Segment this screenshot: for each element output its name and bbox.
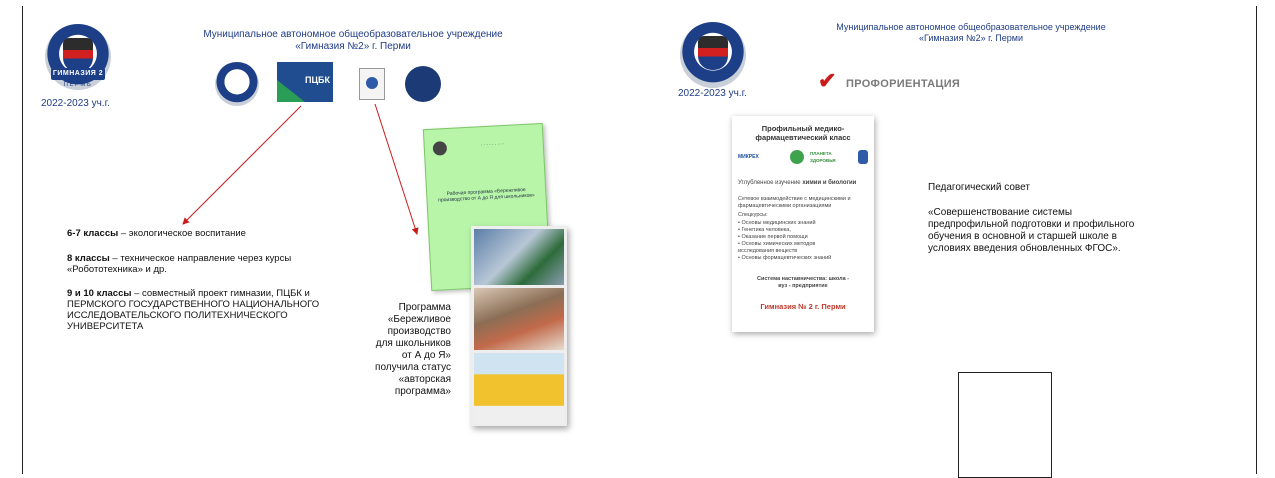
item-grades-9-10: 9 и 10 классы – совместный проект гимназ… xyxy=(67,288,320,332)
shield-logo xyxy=(858,150,868,164)
item-grades-6-7: 6-7 классы – экологическое воспитание xyxy=(67,228,246,239)
micrex-logo: МИКРЕХ xyxy=(738,154,759,160)
council-topic: «Совершенствование системы предпрофильно… xyxy=(928,207,1135,254)
student-photos xyxy=(471,226,567,426)
slide-gap xyxy=(634,6,656,474)
gymnasium-logo xyxy=(680,22,746,88)
arrow-to-program xyxy=(374,103,419,235)
left-slide: ГИМНАЗИЯ 2 ПЕРМЬ 2022-2023 уч.г. Муницип… xyxy=(22,6,636,474)
academic-year: 2022-2023 уч.г. xyxy=(678,88,747,99)
school-header: Муниципальное автономное общеобразовател… xyxy=(836,22,1106,43)
medical-class-poster: Профильный медико-фармацевтический класс… xyxy=(732,116,874,332)
item-grades-8: 8 классы – техническое направление через… xyxy=(67,253,292,275)
cross-logo xyxy=(790,150,804,164)
arrow-to-grades xyxy=(182,105,302,225)
planeta-logo: ПЛАНЕТА ЗДОРОВЬЯ xyxy=(810,151,836,163)
program-status-text: Программа «Бережливое производство для ш… xyxy=(375,302,451,397)
empty-frame xyxy=(958,372,1052,478)
section-title: ПРОФОРИЕНТАЦИЯ xyxy=(846,78,961,90)
checkmark-icon: ✔ xyxy=(818,68,837,93)
right-slide: 2022-2023 уч.г. Муниципальное автономное… xyxy=(656,6,1257,478)
council-label: Педагогический совет xyxy=(928,182,1030,193)
